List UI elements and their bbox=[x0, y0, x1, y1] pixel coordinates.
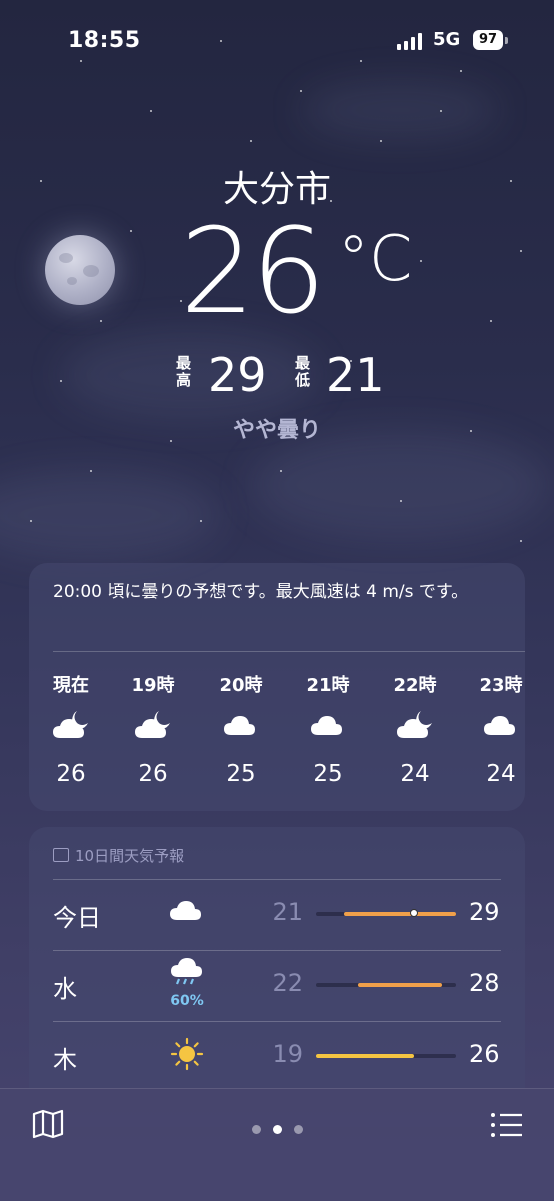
bottom-toolbar bbox=[0, 1088, 554, 1201]
hour-temperature: 24 bbox=[400, 761, 430, 787]
hour-temperature: 26 bbox=[56, 761, 86, 787]
hour-temperature: 26 bbox=[138, 761, 168, 787]
current-temp-dot bbox=[410, 909, 418, 917]
hour-item: 19時 26 bbox=[113, 671, 193, 787]
map-button[interactable] bbox=[31, 1109, 65, 1139]
cellular-signal-icon bbox=[397, 32, 427, 50]
low-temperature: 21 bbox=[326, 348, 385, 402]
daily-row[interactable]: 水 60% 22 28 bbox=[29, 951, 525, 1019]
low-label: 最低 bbox=[295, 354, 311, 389]
temperature-range-bar bbox=[316, 909, 456, 917]
page-dot[interactable] bbox=[252, 1125, 261, 1134]
page-dot[interactable] bbox=[294, 1125, 303, 1134]
ten-day-title: 10日間天気予報 bbox=[75, 847, 185, 865]
low-temp: 21 bbox=[272, 898, 303, 926]
hour-item: 20時 25 bbox=[201, 671, 281, 787]
partly-cloudy-night-icon bbox=[113, 709, 193, 741]
cloud-icon bbox=[461, 709, 541, 741]
temperature-range-fill bbox=[344, 912, 456, 916]
hourly-forecast-card[interactable]: 20:00 頃に曇りの予想です。最大風速は 4 m/s です。 現在 26 19時 2… bbox=[29, 563, 525, 811]
hour-label: 21時 bbox=[306, 675, 350, 696]
page-indicator[interactable] bbox=[246, 1119, 309, 1138]
hour-item: 22時 24 bbox=[375, 671, 455, 787]
condition-text: やや曇り bbox=[232, 418, 321, 443]
ten-day-forecast-card[interactable]: 10日間天気予報 今日 21 29 水 60% 22 28 木 19 26 bbox=[29, 827, 525, 1127]
list-icon bbox=[491, 1113, 522, 1137]
partly-cloudy-night-icon bbox=[375, 709, 455, 741]
status-bar: 18:55 5G 97 bbox=[0, 0, 554, 80]
hour-temperature: 25 bbox=[313, 761, 343, 787]
hour-item: 23時 24 bbox=[461, 671, 541, 787]
temperature-unit: °C bbox=[338, 222, 413, 295]
low-temp: 22 bbox=[272, 969, 303, 997]
temperature-range-bar bbox=[316, 983, 456, 987]
location-list-button[interactable] bbox=[490, 1111, 524, 1139]
current-temperature: 26 bbox=[180, 202, 326, 340]
temperature-range-bar bbox=[316, 1054, 456, 1058]
divider bbox=[53, 651, 525, 652]
hour-label: 20時 bbox=[219, 675, 263, 696]
forecast-summary: 20:00 頃に曇りの予想です。最大風速は 4 m/s です。 bbox=[53, 582, 469, 602]
partly-cloudy-night-icon bbox=[31, 709, 111, 741]
day-label: 水 bbox=[53, 975, 77, 1003]
high-temp: 29 bbox=[469, 898, 500, 926]
high-temp: 28 bbox=[469, 969, 500, 997]
moon-icon bbox=[45, 235, 115, 305]
hour-temperature: 24 bbox=[486, 761, 516, 787]
battery-icon: 97 bbox=[473, 30, 503, 50]
sun-icon bbox=[167, 1036, 207, 1080]
cloud-icon bbox=[167, 894, 207, 938]
daily-row[interactable]: 木 19 26 bbox=[29, 1022, 525, 1090]
hour-item: 現在 26 bbox=[31, 671, 111, 787]
hour-label: 19時 bbox=[131, 675, 175, 696]
map-icon bbox=[32, 1109, 64, 1139]
hour-label: 現在 bbox=[53, 675, 89, 696]
precipitation-chance: 60% bbox=[170, 993, 204, 1009]
ten-day-header: 10日間天気予報 bbox=[53, 845, 184, 866]
hour-temperature: 25 bbox=[226, 761, 256, 787]
status-time: 18:55 bbox=[68, 28, 141, 53]
hour-label: 23時 bbox=[479, 675, 523, 696]
day-label: 木 bbox=[53, 1046, 77, 1074]
cloud-icon bbox=[201, 709, 281, 741]
high-temp: 26 bbox=[469, 1040, 500, 1068]
temperature-range-fill bbox=[316, 1054, 414, 1058]
low-temp: 19 bbox=[272, 1040, 303, 1068]
calendar-icon bbox=[53, 848, 69, 862]
battery-tip bbox=[505, 37, 508, 44]
daily-row[interactable]: 今日 21 29 bbox=[29, 880, 525, 948]
hour-label: 22時 bbox=[393, 675, 437, 696]
high-temperature: 29 bbox=[208, 348, 267, 402]
page-dot[interactable] bbox=[273, 1125, 282, 1134]
high-label: 最高 bbox=[176, 354, 192, 389]
network-type: 5G bbox=[433, 29, 461, 50]
hour-item: 21時 25 bbox=[288, 671, 368, 787]
day-label: 今日 bbox=[53, 904, 101, 932]
temperature-range-fill bbox=[358, 983, 442, 987]
cloud-icon bbox=[288, 709, 368, 741]
